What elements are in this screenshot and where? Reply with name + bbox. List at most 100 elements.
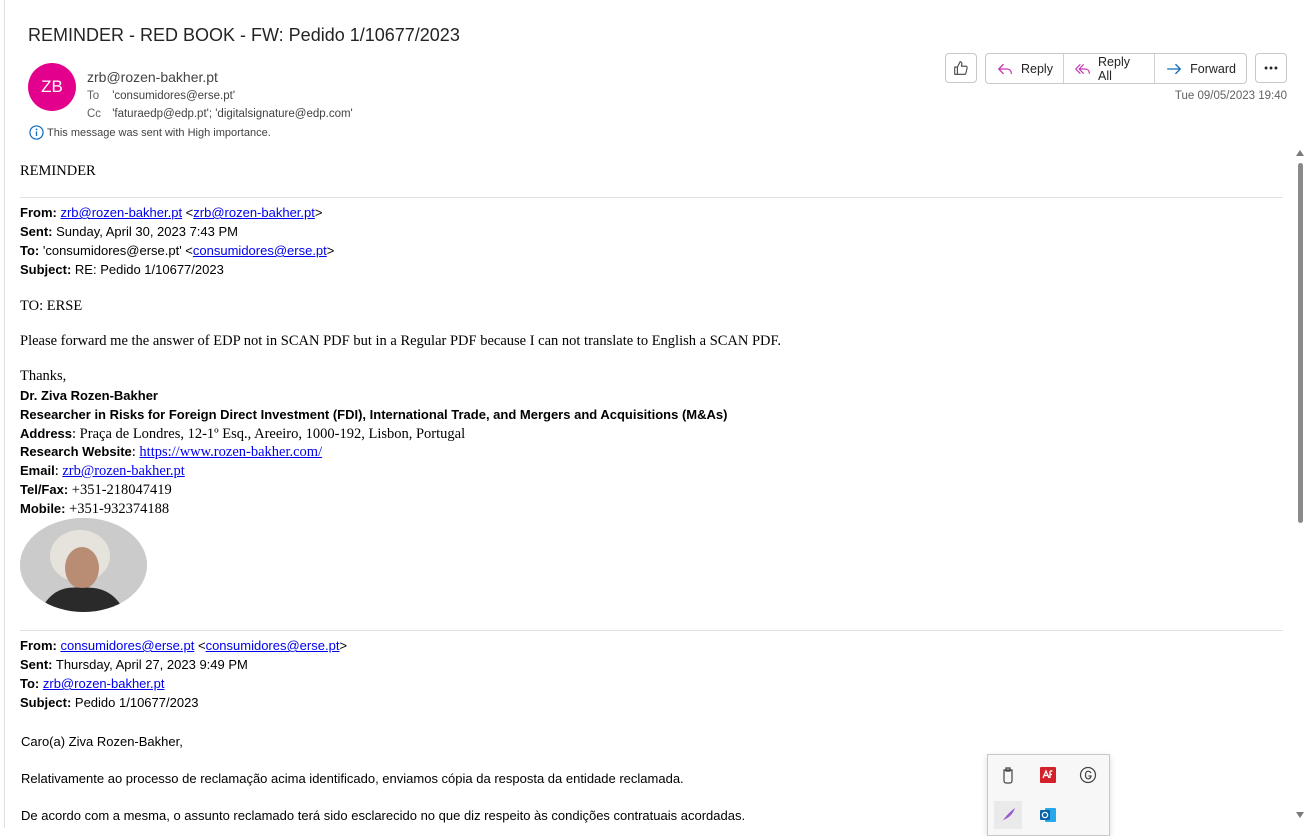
- response-button-group: Reply Reply All Forward: [985, 53, 1247, 84]
- to-erse-text: TO: ERSE: [20, 298, 83, 314]
- gt: >: [326, 243, 335, 258]
- signature-title-text: Researcher in Risks for Foreign Direct I…: [20, 407, 728, 422]
- request-paragraph: Please forward me the answer of EDP not …: [20, 333, 782, 349]
- msg1-to-line: To: 'consumidores@erse.pt' <consumidores…: [20, 243, 334, 258]
- mobile-value: +351-932374188: [65, 501, 170, 517]
- address-value: : Praça de Londres, 12-1º Esq., Areeiro,…: [72, 426, 466, 442]
- addin-clipboard[interactable]: [994, 761, 1022, 789]
- to-line: To 'consumidores@erse.pt': [87, 90, 235, 102]
- avatar-initials: ZB: [41, 77, 63, 96]
- email-label: Email: [20, 463, 55, 478]
- msg2-to-line: To: zrb@rozen-bakher.pt: [20, 676, 164, 691]
- portrait-image: [20, 518, 147, 612]
- signature-title: Researcher in Risks for Foreign Direct I…: [20, 407, 727, 422]
- to-recipients[interactable]: 'consumidores@erse.pt': [112, 90, 235, 102]
- divider: [20, 630, 1283, 631]
- signature-name: Dr. Ziva Rozen-Bakher: [20, 388, 158, 403]
- tel-label: Tel/Fax:: [20, 482, 69, 497]
- reply-button[interactable]: Reply: [986, 54, 1064, 83]
- email-subject: REMINDER - RED BOOK - FW: Pedido 1/10677…: [28, 25, 460, 45]
- signature-tel: Tel/Fax: +351-218047419: [20, 481, 172, 499]
- gt: >: [339, 638, 348, 653]
- scroll-up-arrow[interactable]: [1296, 150, 1304, 156]
- pdf-icon: [1040, 767, 1056, 783]
- sender-address[interactable]: zrb@rozen-bakher.pt: [87, 69, 218, 85]
- sent-value: Thursday, April 27, 2023 9:49 PM: [52, 657, 248, 672]
- to-value: 'consumidores@erse.pt' <: [39, 243, 193, 258]
- quill-icon: [1001, 808, 1015, 822]
- addin-grammarly[interactable]: [1074, 761, 1102, 789]
- signature-website: Research Website: https://www.rozen-bakh…: [20, 443, 322, 461]
- scroll-down-arrow[interactable]: [1296, 812, 1304, 818]
- from-label: From:: [20, 205, 57, 220]
- msg2-from-link[interactable]: consumidores@erse.pt: [60, 638, 194, 653]
- addin-pdf[interactable]: [1034, 761, 1062, 789]
- to-label: To: [87, 90, 100, 102]
- address-label: Address: [20, 426, 73, 441]
- msg1-from-link2[interactable]: zrb@rozen-bakher.pt: [193, 205, 315, 220]
- msg2-from-link2[interactable]: consumidores@erse.pt: [206, 638, 340, 653]
- avatar[interactable]: ZB: [28, 63, 76, 111]
- website-link[interactable]: https://www.rozen-bakher.com/: [139, 444, 322, 460]
- msg1-to-link[interactable]: consumidores@erse.pt: [193, 243, 327, 258]
- info-icon: [29, 125, 44, 140]
- lt: <: [182, 205, 194, 220]
- importance-banner: This message was sent with High importan…: [29, 125, 271, 140]
- grammarly-icon: [1079, 766, 1097, 784]
- signature-mobile: Mobile: +351-932374188: [20, 500, 169, 518]
- reply-all-label: Reply All: [1098, 54, 1130, 83]
- addin-flyout: [987, 754, 1110, 836]
- forward-button[interactable]: Forward: [1155, 54, 1246, 83]
- sent-label: Sent:: [20, 224, 53, 239]
- pt-paragraph-1: Relativamente ao processo de reclamação …: [21, 771, 684, 786]
- thanks-text: Thanks,: [20, 368, 67, 384]
- forward-icon: [1167, 63, 1182, 74]
- msg2-subject-line: Subject: Pedido 1/10677/2023: [20, 695, 199, 710]
- pt-paragraph-2: De acordo com a mesma, o assunto reclama…: [21, 808, 746, 823]
- mobile-label: Mobile:: [20, 501, 66, 516]
- msg2-from-line: From: consumidores@erse.pt <consumidores…: [20, 638, 347, 653]
- reply-all-button[interactable]: Reply All: [1064, 54, 1156, 83]
- msg1-from-link[interactable]: zrb@rozen-bakher.pt: [60, 205, 182, 220]
- reply-icon: [998, 63, 1012, 74]
- sent-label: Sent:: [20, 657, 53, 672]
- received-date: Tue 09/05/2023 19:40: [1174, 90, 1287, 102]
- msg1-sent-line: Sent: Sunday, April 30, 2023 7:43 PM: [20, 224, 238, 239]
- sent-value: Sunday, April 30, 2023 7:43 PM: [52, 224, 238, 239]
- cc-label: Cc: [87, 108, 102, 120]
- reply-all-icon: [1075, 63, 1090, 74]
- thumbs-up-icon: [954, 61, 968, 75]
- lt: <: [194, 638, 206, 653]
- outlook-icon: [1040, 808, 1056, 822]
- gt: >: [314, 205, 323, 220]
- divider: [20, 197, 1283, 198]
- to-label: To:: [20, 676, 40, 691]
- subject-label: Subject:: [20, 262, 72, 277]
- clipboard-icon: [1003, 767, 1013, 784]
- from-label: From:: [20, 638, 57, 653]
- importance-text: This message was sent with High importan…: [47, 126, 271, 139]
- reading-pane-border: [4, 0, 5, 828]
- addin-outlook[interactable]: [1034, 801, 1062, 829]
- subject-value: RE: Pedido 1/10677/2023: [71, 262, 224, 277]
- addin-editor[interactable]: [994, 801, 1022, 829]
- reply-label: Reply: [1021, 61, 1053, 76]
- more-actions-button[interactable]: [1255, 53, 1287, 83]
- cc-recipients[interactable]: 'faturaedp@edp.pt'; 'digitalsignature@ed…: [112, 108, 353, 120]
- msg2-to-link[interactable]: zrb@rozen-bakher.pt: [43, 676, 165, 691]
- msg1-subject-line: Subject: RE: Pedido 1/10677/2023: [20, 262, 224, 277]
- like-button[interactable]: [945, 53, 977, 83]
- signature-address: Address: Praça de Londres, 12-1º Esq., A…: [20, 425, 465, 443]
- signature-photo: [20, 518, 147, 612]
- signature-name-text: Dr. Ziva Rozen-Bakher: [20, 388, 158, 403]
- scrollbar-thumb[interactable]: [1298, 163, 1303, 523]
- subject-label: Subject:: [20, 695, 72, 710]
- website-label: Research Website: [20, 444, 132, 459]
- signature-email-link[interactable]: zrb@rozen-bakher.pt: [62, 463, 184, 479]
- greeting-text: Caro(a) Ziva Rozen-Bakher,: [21, 734, 183, 749]
- signature-email: Email: zrb@rozen-bakher.pt: [20, 462, 185, 480]
- cc-line: Cc 'faturaedp@edp.pt'; 'digitalsignature…: [87, 108, 353, 120]
- msg2-sent-line: Sent: Thursday, April 27, 2023 9:49 PM: [20, 657, 248, 672]
- tel-value: +351-218047419: [68, 482, 172, 498]
- to-label: To:: [20, 243, 40, 258]
